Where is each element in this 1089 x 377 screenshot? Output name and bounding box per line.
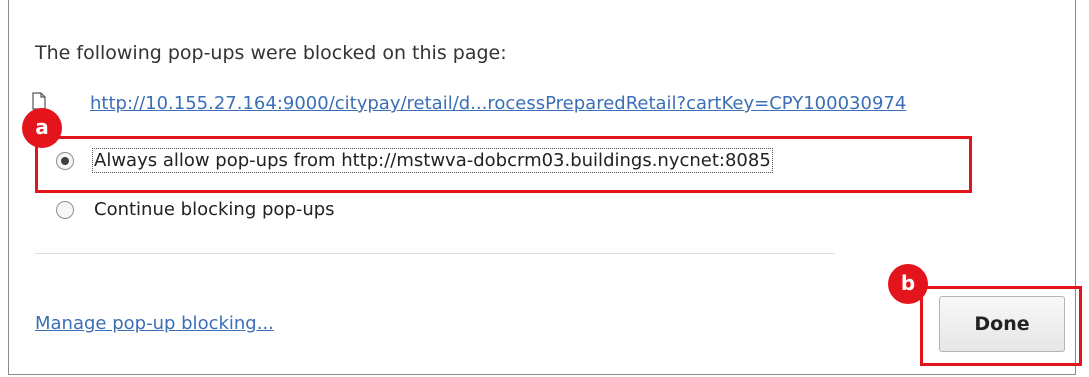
- annotation-badge-a: a: [22, 108, 62, 148]
- annotation-badge-b: b: [888, 264, 928, 304]
- annotation-highlight-b: [920, 286, 1082, 366]
- annotation-highlight-a: [35, 136, 972, 193]
- continue-blocking-label[interactable]: Continue blocking pop-ups: [94, 199, 335, 220]
- dialog-heading: The following pop-ups were blocked on th…: [35, 42, 507, 64]
- manage-popup-blocking-link[interactable]: Manage pop-up blocking...: [35, 313, 274, 334]
- divider: [35, 253, 835, 254]
- continue-blocking-radio[interactable]: [56, 201, 74, 219]
- blocked-popup-link[interactable]: http://10.155.27.164:9000/citypay/retail…: [90, 93, 906, 114]
